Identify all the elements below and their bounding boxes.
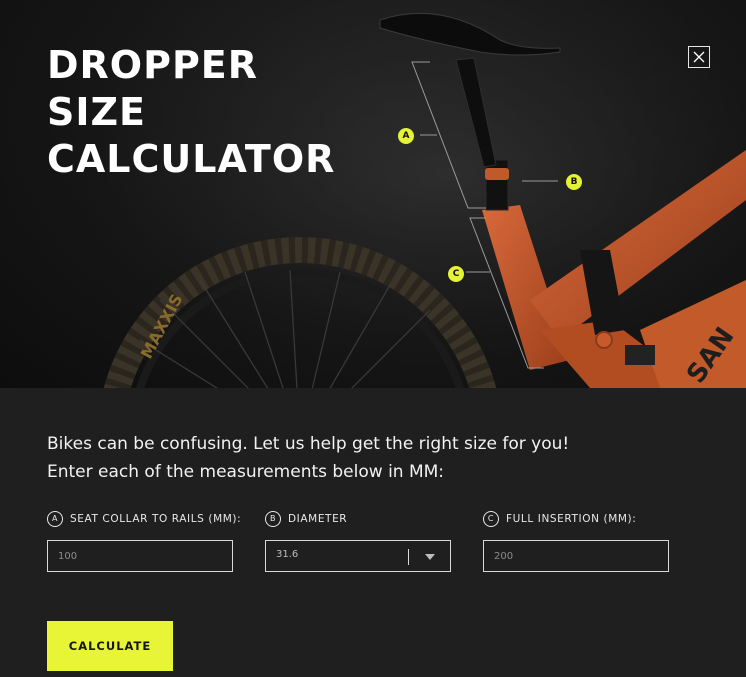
intro-line-1: Bikes can be confusing. Let us help get … [47, 434, 570, 454]
marker-a-icon: A [47, 511, 63, 527]
marker-b-badge: B [566, 174, 582, 190]
title-line-3: CALCULATOR [47, 137, 336, 181]
diameter-select[interactable]: 31.6 [265, 540, 451, 572]
close-button[interactable] [688, 46, 710, 68]
chevron-down-icon [425, 554, 435, 560]
marker-a-badge: A [398, 128, 414, 144]
full-insertion-input[interactable] [483, 540, 669, 572]
marker-c-badge: C [448, 266, 464, 282]
full-insertion-label-text: FULL INSERTION (MM): [506, 513, 637, 525]
marker-b-icon: B [265, 511, 281, 527]
page-title: DROPPER SIZE CALCULATOR [47, 42, 347, 183]
diameter-label-text: DIAMETER [288, 513, 348, 525]
intro-line-2: Enter each of the measurements below in … [47, 462, 445, 482]
intro-text: Bikes can be confusing. Let us help get … [47, 430, 707, 486]
hero-image: MAXXIS SAN A B C DROPPER SIZE CALCULATOR [0, 0, 746, 388]
seat-collar-input[interactable] [47, 540, 233, 572]
diameter-label: B DIAMETER [265, 510, 347, 528]
title-line-2: SIZE [47, 90, 147, 134]
marker-c-icon: C [483, 511, 499, 527]
title-line-1: DROPPER [47, 43, 259, 87]
select-divider [408, 549, 409, 565]
close-icon [693, 51, 705, 63]
diameter-selected-value: 31.6 [276, 549, 299, 560]
seat-collar-label-text: SEAT COLLAR TO RAILS (MM): [70, 513, 242, 525]
seat-collar-label: A SEAT COLLAR TO RAILS (MM): [47, 510, 241, 528]
full-insertion-label: C FULL INSERTION (MM): [483, 510, 636, 528]
calculate-button[interactable]: CALCULATE [47, 621, 173, 671]
